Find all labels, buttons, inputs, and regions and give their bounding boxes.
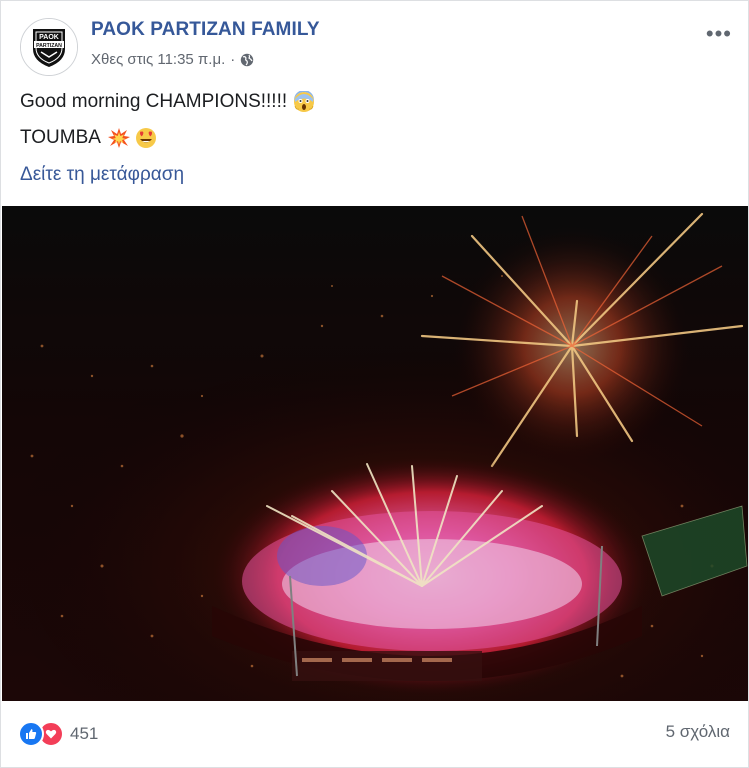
globe-icon[interactable] bbox=[240, 53, 254, 67]
paok-logo-icon: PAOK PARTIZAN bbox=[21, 19, 77, 75]
post-text-2: TOUMBA bbox=[20, 127, 101, 148]
like-reaction-icon bbox=[18, 721, 44, 747]
post-meta: Χθες στις 11:35 π.μ. · bbox=[91, 51, 254, 68]
see-translation-link[interactable]: Δείτε τη μετάφραση bbox=[20, 164, 184, 186]
comments-count-link[interactable]: 5 σχόλια bbox=[666, 722, 730, 742]
heart-eyes-icon bbox=[135, 127, 157, 149]
face-screaming-icon bbox=[293, 90, 315, 113]
post-photo[interactable] bbox=[0, 206, 749, 768]
post-text-1: Good morning CHAMPIONS!!!!! bbox=[20, 91, 288, 112]
timestamp-link[interactable]: Χθες στις 11:35 π.μ. bbox=[91, 51, 225, 68]
svg-text:PAOK: PAOK bbox=[39, 34, 59, 41]
post-footer: 451 5 σχόλια bbox=[1, 701, 748, 767]
svg-text:PARTIZAN: PARTIZAN bbox=[36, 43, 62, 49]
collision-icon bbox=[107, 127, 130, 149]
more-options-icon[interactable]: ••• bbox=[706, 21, 732, 47]
post-text-line-1: Good morning CHAMPIONS!!!!! bbox=[20, 90, 315, 113]
page-avatar[interactable]: PAOK PARTIZAN bbox=[20, 18, 78, 76]
reactions-summary[interactable]: 451 bbox=[18, 721, 98, 747]
stadium-fireworks-photo bbox=[0, 206, 749, 768]
meta-separator: · bbox=[230, 51, 236, 68]
page-name-link[interactable]: PAOK PARTIZAN FAMILY bbox=[91, 19, 320, 41]
post-card: PAOK PARTIZAN PAOK PARTIZAN FAMILY Χθες … bbox=[0, 0, 749, 768]
reaction-count: 451 bbox=[70, 724, 99, 743]
post-text-line-2: TOUMBA bbox=[20, 127, 157, 149]
